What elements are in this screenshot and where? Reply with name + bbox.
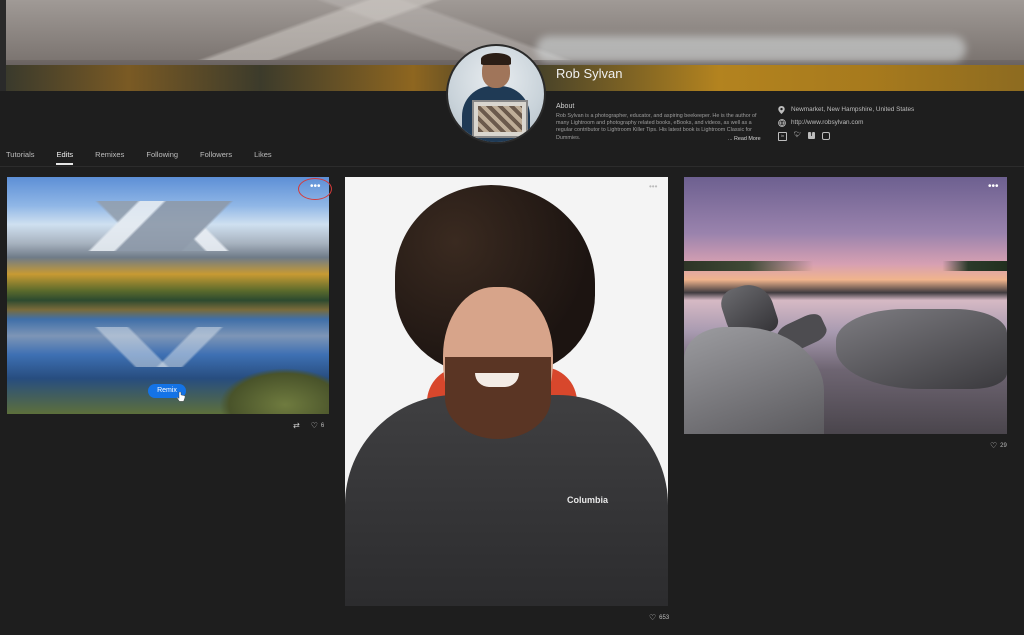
mouse-cursor-icon <box>176 391 186 404</box>
more-options-highlight-ring <box>298 178 332 200</box>
edit-card-portrait[interactable]: Columbia <box>345 177 668 606</box>
instagram-icon[interactable] <box>822 132 830 140</box>
tab-likes[interactable]: Likes <box>254 150 272 165</box>
website-link[interactable]: http://www.robsylvan.com <box>791 119 863 126</box>
tab-following[interactable]: Following <box>146 150 178 165</box>
tabs-divider <box>0 166 1024 167</box>
heart-icon[interactable]: ♡ <box>990 441 997 450</box>
card-2-meta: ♡ 653 <box>649 613 669 622</box>
profile-avatar[interactable] <box>446 44 546 144</box>
photo-rock <box>836 309 1007 389</box>
profile-name: Rob Sylvan <box>556 66 623 81</box>
profile-tabs: Tutorials Edits Remixes Following Follow… <box>6 150 294 165</box>
tab-followers[interactable]: Followers <box>200 150 232 165</box>
tab-tutorials[interactable]: Tutorials <box>6 150 34 165</box>
about-heading: About <box>556 103 575 110</box>
website-row[interactable]: http://www.robsylvan.com <box>778 119 863 127</box>
card-1-likes: 6 <box>320 422 325 429</box>
linkedin-icon[interactable]: in <box>778 132 787 141</box>
card-1-meta: ⇄ ♡ 6 <box>293 421 324 430</box>
tab-edits[interactable]: Edits <box>56 150 73 165</box>
read-more-link[interactable]: ... Read More <box>728 136 761 142</box>
photo-reflection <box>7 327 329 367</box>
photo-shoreline <box>684 261 1007 271</box>
card-2-more-options-button[interactable]: ••• <box>649 183 657 191</box>
card-3-meta: ♡ 29 <box>990 441 1007 450</box>
facebook-icon[interactable]: f <box>808 132 815 139</box>
edit-card-sunset-rocks[interactable] <box>684 177 1007 434</box>
card-3-likes: 29 <box>1000 442 1007 449</box>
cover-fog <box>536 36 966 62</box>
photo-beard <box>445 357 551 439</box>
location-text: Newmarket, New Hampshire, United States <box>791 106 915 113</box>
avatar-hair <box>481 53 511 65</box>
location-pin-icon <box>778 106 785 114</box>
twitter-icon[interactable]: 🐦︎ <box>794 132 802 139</box>
jacket-logo-text: Columbia <box>567 495 609 505</box>
avatar-laptop <box>472 100 528 138</box>
card-3-more-options-button[interactable]: ••• <box>988 182 999 192</box>
card-2-likes: 653 <box>659 614 670 621</box>
photo-grass <box>219 368 329 414</box>
location-row: Newmarket, New Hampshire, United States <box>778 106 915 114</box>
remix-icon[interactable]: ⇄ <box>293 421 300 430</box>
edit-card-mountain-lake[interactable] <box>7 177 329 414</box>
tab-remixes[interactable]: Remixes <box>95 150 124 165</box>
photo-mountains <box>7 201 329 251</box>
heart-icon[interactable]: ♡ <box>649 613 656 622</box>
globe-icon <box>778 119 786 127</box>
social-links: in 🐦︎ f <box>778 132 830 141</box>
heart-icon[interactable]: ♡ <box>311 421 318 430</box>
